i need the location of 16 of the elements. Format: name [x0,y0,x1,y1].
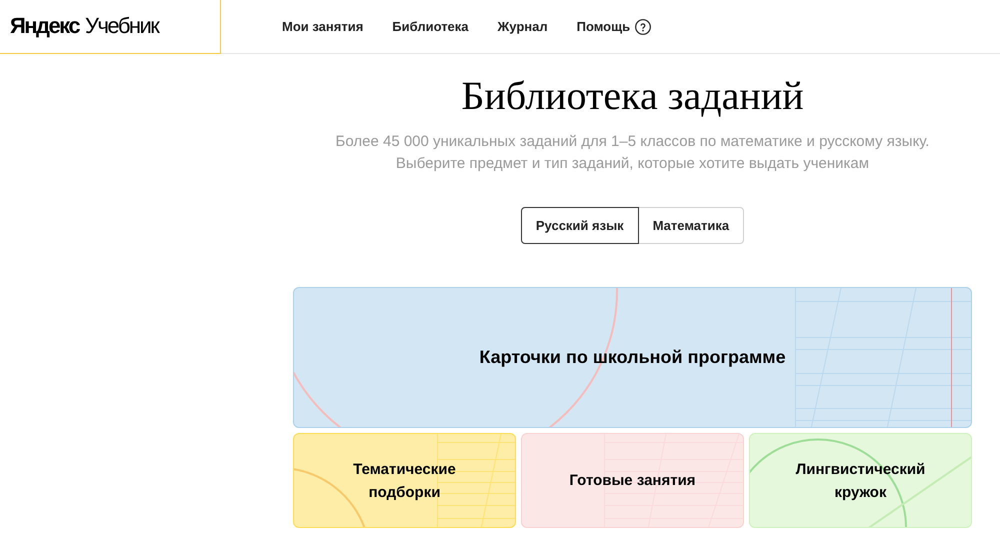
nav-link[interactable]: Журнал [498,16,548,36]
subject-tab[interactable]: Русский язык [520,207,639,244]
category-card[interactable]: Лингвистический кружок [749,433,972,528]
subtitle-text: Выберите предмет и тип заданий, которые хотите выдать ученикам [396,154,870,174]
nav-link[interactable]: Библиотека [392,16,469,36]
nav-link[interactable]: Мои занятия [282,16,364,36]
subtitle-text: Более 45 000 уникальных заданий для 1–5 классов по математике и русскому языку. [336,132,930,152]
category-card[interactable]: Карточки по школьной программе [293,287,972,428]
page-title: Библиотека заданий [461,74,804,118]
subject-tab[interactable]: Математика [638,207,744,244]
circle-arc-drawing [294,372,344,427]
category-card[interactable]: Готовые занятия [521,433,744,528]
logo-link[interactable]: Яндекс Учебник [0,0,221,54]
help-icon [635,18,652,34]
help-link[interactable]: Помощь [576,16,652,36]
category-card[interactable]: Тематические подборки [293,433,516,528]
